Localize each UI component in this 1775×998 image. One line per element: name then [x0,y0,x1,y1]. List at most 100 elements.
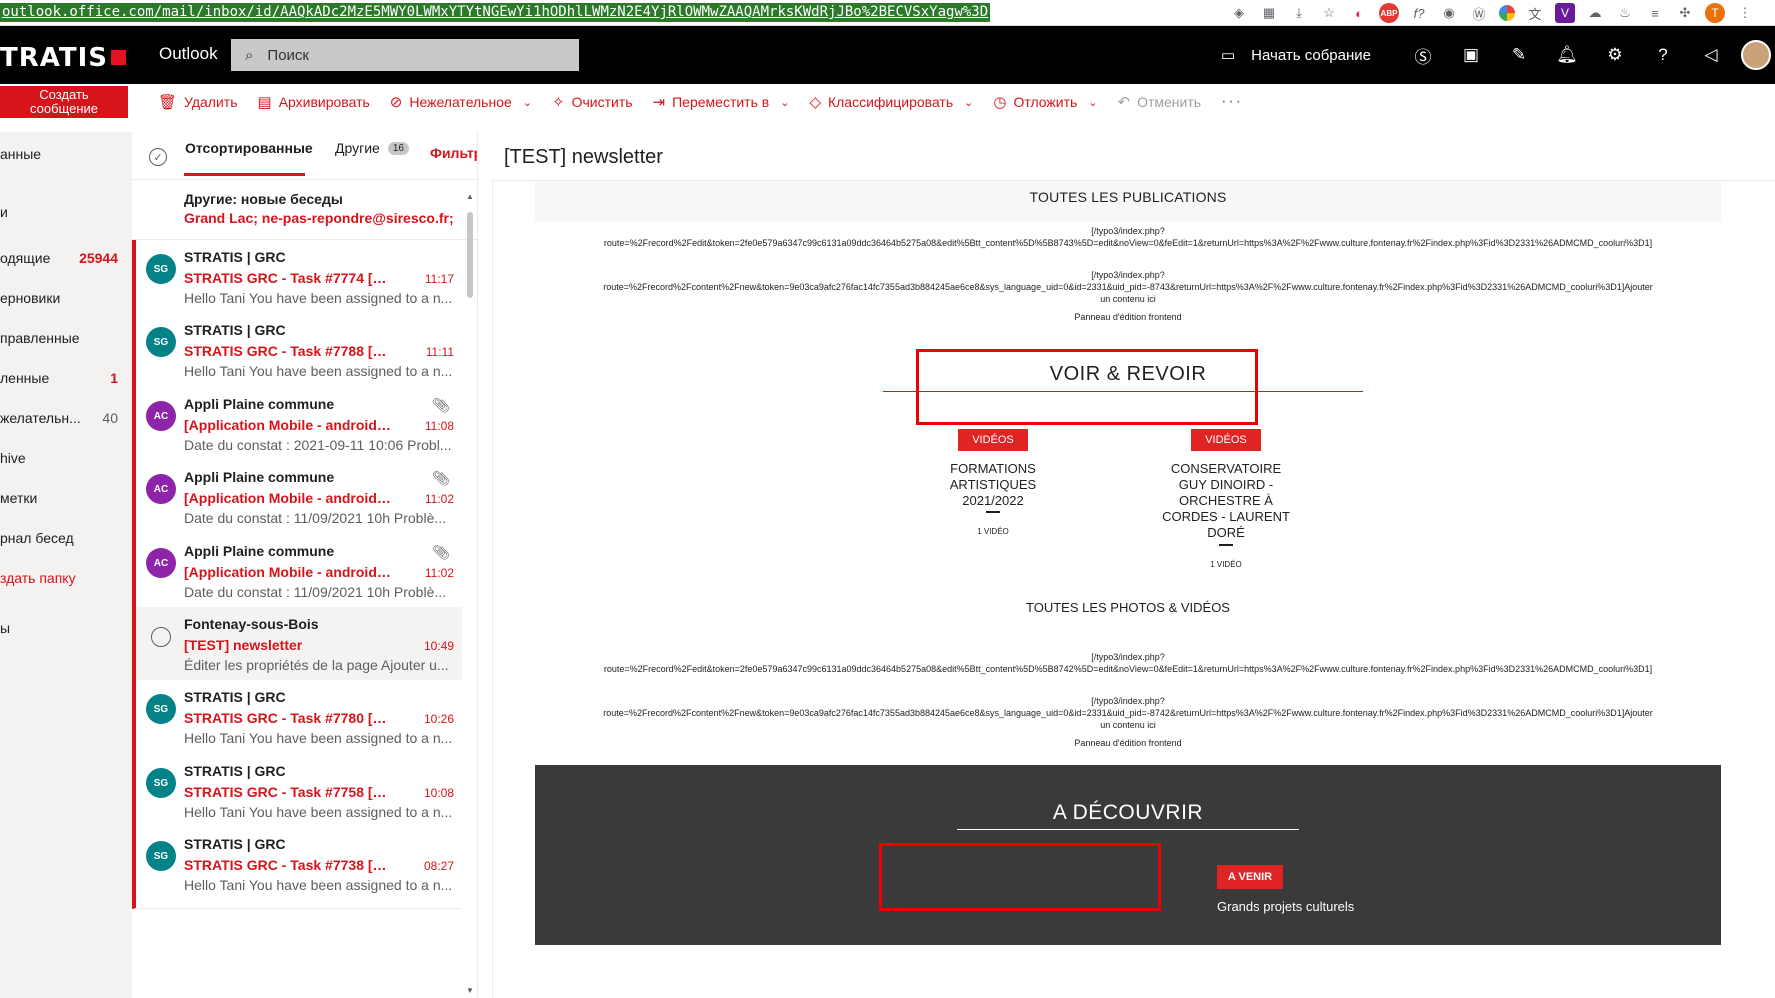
folder-item-drafts[interactable]: ерновики [0,280,132,316]
stratis-logo[interactable]: TRATIS [0,43,126,73]
folder-item-notes[interactable]: метки [0,480,132,516]
wordpress-extension-icon[interactable]: Ⓦ [1469,3,1489,23]
add-link-1-line-a: [/typo3/index.php? [1091,270,1165,280]
bell-icon[interactable]: 🔔︎ [1543,26,1591,84]
edit-link-1[interactable]: [/typo3/index.php? route=%2Frecord%2Fedit… [535,225,1721,249]
url-text: outlook.office.com/mail/inbox/id/AAQkADc… [2,4,989,20]
v-extension-icon[interactable]: V [1555,3,1575,23]
other-new-conversations-notice[interactable]: Другие: новые беседы Grand Lac; ne-pas-r… [132,180,477,240]
browser-menu-icon[interactable]: ⋮ [1735,3,1755,23]
browser-extensions: ◈ ▦ ⤓ ☆ ◐ ABP f? ◉ Ⓦ 文 V ☁ ♨ ≡ ✣ T ⋮ [1229,2,1755,24]
publications-heading[interactable]: TOUTES LES PUBLICATIONS [535,181,1721,221]
unread-count: 25944 [79,250,118,266]
puzzle-icon[interactable]: ✣ [1675,3,1695,23]
highlight-box [879,843,1161,911]
gear-icon[interactable]: ⚙ [1591,26,1639,84]
screencast-extension-icon[interactable]: ◐ [1349,3,1369,23]
select-all-checkbox[interactable]: ✓ [149,148,167,166]
folder-item-archive[interactable]: hive [0,440,132,476]
edit-link-2[interactable]: [/typo3/index.php? route=%2Frecord%2Fedit… [535,651,1721,675]
cookie-extension-icon[interactable]: ◉ [1439,3,1459,23]
chrome-extension-icon[interactable] [1499,5,1515,21]
fire-extension-icon[interactable]: ♨ [1615,3,1635,23]
url-field[interactable]: outlook.office.com/mail/inbox/id/AAQkADc… [0,3,991,22]
meet-now-button[interactable]: ▭ Начать собрание [1221,46,1371,65]
tab-focused[interactable]: Отсортированные [185,140,313,156]
folder-item-groups[interactable]: ы [0,610,132,646]
delete-label: Удалить [184,94,238,110]
message-row[interactable]: AC Appli Plaine commune [Application Mobil… [132,460,462,542]
install-icon[interactable]: ⤓ [1289,3,1309,23]
sweep-label: Очистить [571,94,633,110]
add-content-link-2[interactable]: [/typo3/index.php? route=%2Frecord%2Fcont… [535,695,1721,731]
sweep-button[interactable]: ✧ Очистить [542,84,643,120]
qr-icon[interactable]: ▦ [1259,3,1279,23]
snooze-button[interactable]: ◷ Отложить ⌄ [983,84,1107,120]
edit-link-2-line-b: route=%2Frecord%2Fedit&token=2fe0e579a63… [603,664,1653,674]
folder-item-sent[interactable]: правленные [0,320,132,356]
archive-button[interactable]: ▤ Архивировать [248,84,380,120]
translate-extension-icon[interactable]: 文 [1525,3,1545,23]
font-extension-icon[interactable]: f? [1409,3,1429,23]
add-content-link-1[interactable]: [/typo3/index.php? route=%2Frecord%2Fcont… [535,269,1721,305]
scroll-down-icon[interactable]: ▼ [466,986,474,995]
publications-heading-text: TOUTES LES PUBLICATIONS [1029,189,1227,205]
message-row[interactable]: AC Appli Plaine commune [Application Mobil… [132,534,462,616]
message-row[interactable]: SG STRATIS | GRC STRATIS GRC - Task #7774 … [132,240,462,322]
folder-item[interactable]: и [0,194,132,230]
message-row[interactable]: SG STRATIS | GRC STRATIS GRC - Task #7738 … [132,827,462,909]
search-box[interactable]: ⌕ Поиск [231,39,579,71]
delete-button[interactable]: 🗑︎ Удалить [148,84,248,120]
create-folder-link[interactable]: здать папку [0,560,132,596]
move-to-button[interactable]: ⇥ Переместить в ⌄ [643,84,800,120]
folder-item-inbox[interactable]: одящие 25944 [0,240,132,276]
message-row[interactable]: SG STRATIS | GRC STRATIS GRC - Task #7788 … [132,313,462,395]
folder-item-conversation-history[interactable]: рнал бесед [0,520,132,556]
categorize-button[interactable]: ◇ Классифицировать ⌄ [799,84,983,120]
scrollbar-thumb[interactable] [467,212,473,298]
select-message-checkbox[interactable] [151,627,171,647]
undo-button[interactable]: ↶ Отменить [1108,84,1212,120]
junk-button[interactable]: ⊘ Нежелательное ⌄ [380,84,542,120]
tab-other-badge: 16 [387,141,409,155]
message-list-scrollbar[interactable]: ▲ ▼ [466,192,474,998]
tab-other[interactable]: Другие 16 [335,140,409,156]
videos-tag[interactable]: VIDÉOS [1191,429,1261,451]
message-sender: STRATIS | GRC [184,763,286,779]
folder-label: ленные [0,370,50,386]
video-item-title[interactable]: CONSERVATOIRE GUY DINOIRD - ORCHESTRE À … [1151,461,1301,541]
folder-item-junk[interactable]: желательн... 40 [0,400,132,436]
menu-extension-icon[interactable]: ≡ [1645,3,1665,23]
filter-button[interactable]: Фильтр [430,145,477,161]
folder-item[interactable]: анные [0,136,132,172]
help-icon[interactable]: ? [1639,26,1687,84]
todo-icon[interactable]: ✎ [1495,26,1543,84]
scroll-up-icon[interactable]: ▲ [466,192,474,201]
translate-icon[interactable]: ◈ [1229,3,1249,23]
bookmark-star-icon[interactable]: ☆ [1319,3,1339,23]
message-row[interactable]: Fontenay-sous-Bois [TEST] newsletter 10:49… [132,607,462,689]
message-row[interactable]: SG STRATIS | GRC STRATIS GRC - Task #7780 … [132,680,462,762]
feedback-icon[interactable]: ◁ [1687,26,1735,84]
adblock-extension-icon[interactable]: ABP [1379,3,1399,23]
profile-avatar-icon[interactable]: T [1705,3,1725,23]
message-row[interactable]: SG STRATIS | GRC STRATIS GRC - Task #7758 … [132,754,462,836]
event-title[interactable]: Grands projets culturels [1217,899,1354,914]
message-row[interactable]: AC Appli Plaine commune [Application Mobil… [132,387,462,469]
videos-tag[interactable]: VIDÉOS [958,429,1028,451]
office-apps-icon[interactable]: ▣ [1447,26,1495,84]
add-link-2-line-b: route=%2Frecord%2Fcontent%2Fnew&token=9e… [603,708,1653,718]
frontend-panel-label: Panneau d'édition frontend [1074,738,1182,748]
video-item-title[interactable]: FORMATIONS ARTISTIQUES 2021/2022 [923,461,1063,509]
archive-label: Архивировать [278,94,370,110]
more-actions-button[interactable]: ··· [1211,84,1253,120]
photos-videos-heading[interactable]: TOUTES LES PHOTOS & VIDÉOS [535,600,1721,615]
new-message-button[interactable]: Создать сообщение [0,86,128,118]
skype-icon[interactable]: Ⓢ [1399,26,1447,84]
user-avatar[interactable] [1741,40,1771,70]
weather-extension-icon[interactable]: ☁ [1585,3,1605,23]
folder-item-deleted[interactable]: ленные 1 [0,360,132,396]
add-link-2-line-a: [/typo3/index.php? [1091,696,1165,706]
app-name[interactable]: Outlook [159,44,218,64]
a-venir-tag[interactable]: A VENIR [1217,865,1283,889]
